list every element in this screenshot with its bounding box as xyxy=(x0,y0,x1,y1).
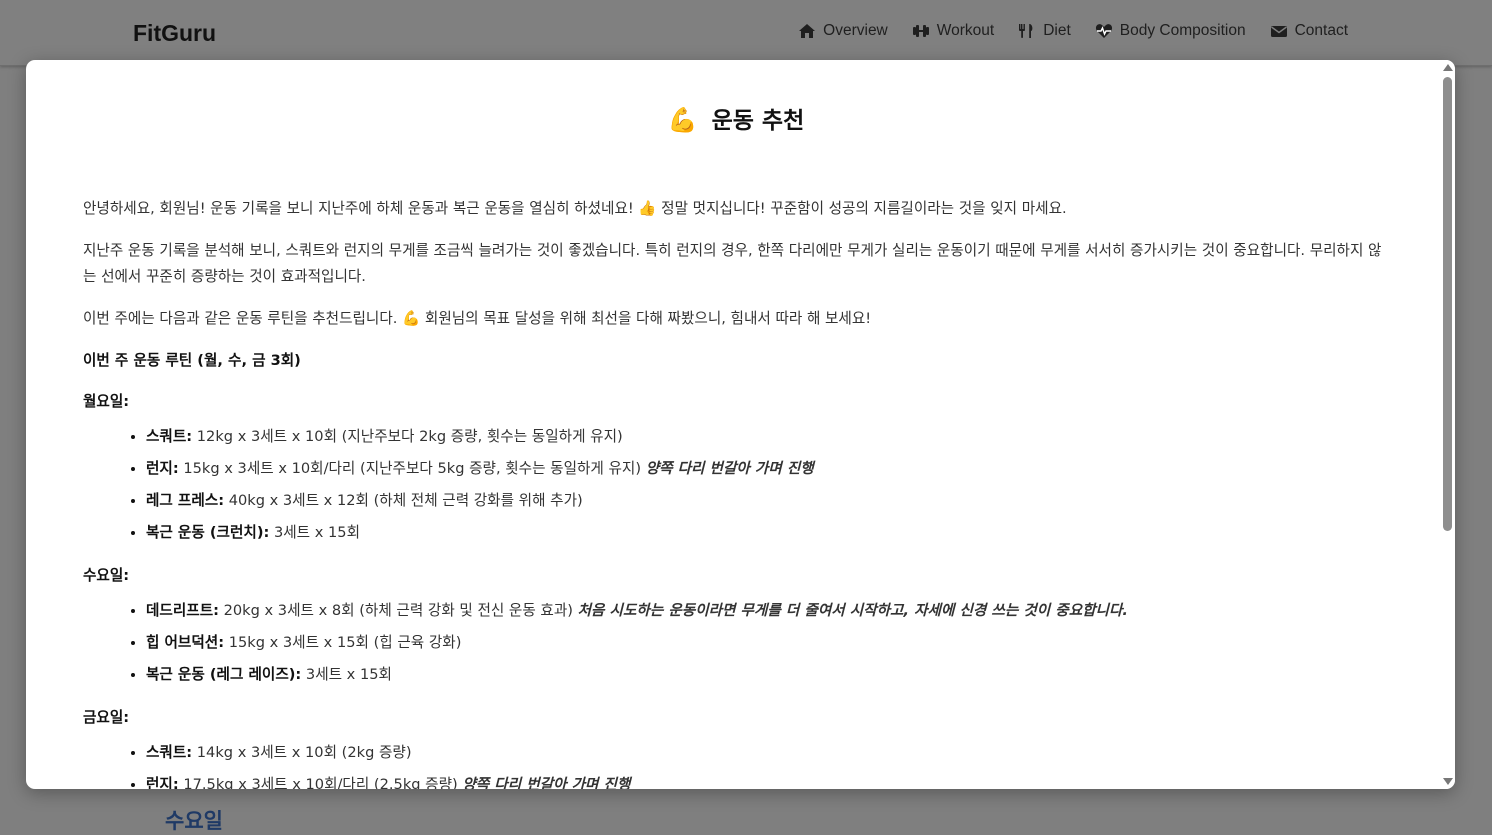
list-item: 런지: 15kg x 3세트 x 10회/다리 (지난주보다 5kg 증량, 횟… xyxy=(146,453,1393,485)
nav-link-body-composition[interactable]: Body Composition xyxy=(1095,22,1246,40)
nav-link-label: Overview xyxy=(823,22,888,39)
modal-content[interactable]: 💪 운동 추천 안녕하세요, 회원님! 운동 기록을 보니 지난주에 하체 운동과… xyxy=(26,60,1438,789)
list-item: 스쿼트: 12kg x 3세트 x 10회 (지난주보다 2kg 증량, 횟수는… xyxy=(146,421,1393,453)
list-item: 레그 프레스: 40kg x 3세트 x 12회 (하체 전체 근력 강화를 위… xyxy=(146,485,1393,517)
routine-list-monday: 스쿼트: 12kg x 3세트 x 10회 (지난주보다 2kg 증량, 횟수는… xyxy=(83,421,1393,549)
list-item: 런지: 17.5kg x 3세트 x 10회/다리 (2.5kg 증량) 양쪽 … xyxy=(146,769,1393,789)
list-item: 스쿼트: 14kg x 3세트 x 10회 (2kg 증량) xyxy=(146,737,1393,769)
list-item: 복근 운동 (크런치): 3세트 x 15회 xyxy=(146,517,1393,549)
modal-title: 💪 운동 추천 xyxy=(26,101,1438,135)
modal-scrollbar[interactable] xyxy=(1441,60,1455,789)
nav-link-diet[interactable]: Diet xyxy=(1018,22,1071,40)
flexed-biceps-icon: 💪 xyxy=(667,106,698,134)
day-label-monday: 월요일: xyxy=(83,393,130,410)
list-item: 힙 어브덕션: 15kg x 3세트 x 15회 (힙 근육 강화) xyxy=(146,627,1393,659)
heart-pulse-icon xyxy=(1095,24,1112,38)
analysis-paragraph: 지난주 운동 기록을 분석해 보니, 스쿼트와 런지의 무게를 조금씩 늘려가는… xyxy=(83,242,1382,285)
routine-list-wednesday: 데드리프트: 20kg x 3세트 x 8회 (하체 근력 강화 및 전신 운동… xyxy=(83,595,1393,691)
flexed-biceps-icon: 💪 xyxy=(402,310,421,327)
list-item: 복근 운동 (레그 레이즈): 3세트 x 15회 xyxy=(146,659,1393,691)
nav-link-overview[interactable]: Overview xyxy=(798,22,888,40)
routine-heading: 이번 주 운동 루틴 (월, 수, 금 3회) xyxy=(83,352,301,369)
day-label-wednesday: 수요일: xyxy=(83,567,130,584)
workout-recommendation-modal: 💪 운동 추천 안녕하세요, 회원님! 운동 기록을 보니 지난주에 하체 운동과… xyxy=(26,60,1455,789)
list-item: 데드리프트: 20kg x 3세트 x 8회 (하체 근력 강화 및 전신 운동… xyxy=(146,595,1393,627)
intro-paragraph: 안녕하세요, 회원님! 운동 기록을 보니 지난주에 하체 운동과 복근 운동을… xyxy=(83,200,1067,217)
routine-list-friday: 스쿼트: 14kg x 3세트 x 10회 (2kg 증량) 런지: 17.5k… xyxy=(83,737,1393,789)
navbar: FitGuru Overview Workout Diet Body Compo… xyxy=(0,0,1492,66)
scroll-down-arrow-icon[interactable] xyxy=(1443,778,1453,785)
nav-links: Overview Workout Diet Body Composition C… xyxy=(798,22,1348,40)
nav-link-label: Workout xyxy=(936,22,995,39)
scrollbar-thumb[interactable] xyxy=(1443,77,1452,531)
nav-link-label: Diet xyxy=(1043,22,1071,39)
nav-link-label: Body Composition xyxy=(1119,22,1246,39)
home-icon xyxy=(799,24,816,38)
thumbs-up-icon: 👍 xyxy=(638,200,657,217)
dumbbell-icon xyxy=(912,25,929,37)
utensils-icon xyxy=(1019,24,1033,38)
scroll-up-arrow-icon[interactable] xyxy=(1443,64,1453,71)
nav-link-workout[interactable]: Workout xyxy=(912,22,994,40)
recommendation-paragraph: 이번 주에는 다음과 같은 운동 루틴을 추천드립니다. 💪 회원님의 목표 달… xyxy=(83,310,872,327)
brand-logo[interactable]: FitGuru xyxy=(133,20,216,47)
day-label-friday: 금요일: xyxy=(83,709,130,726)
modal-body: 안녕하세요, 회원님! 운동 기록을 보니 지난주에 하체 운동과 복근 운동을… xyxy=(83,196,1393,789)
envelope-icon xyxy=(1270,26,1287,37)
nav-link-label: Contact xyxy=(1294,22,1348,39)
modal-title-text: 운동 추천 xyxy=(711,108,805,134)
nav-link-contact[interactable]: Contact xyxy=(1270,22,1348,40)
